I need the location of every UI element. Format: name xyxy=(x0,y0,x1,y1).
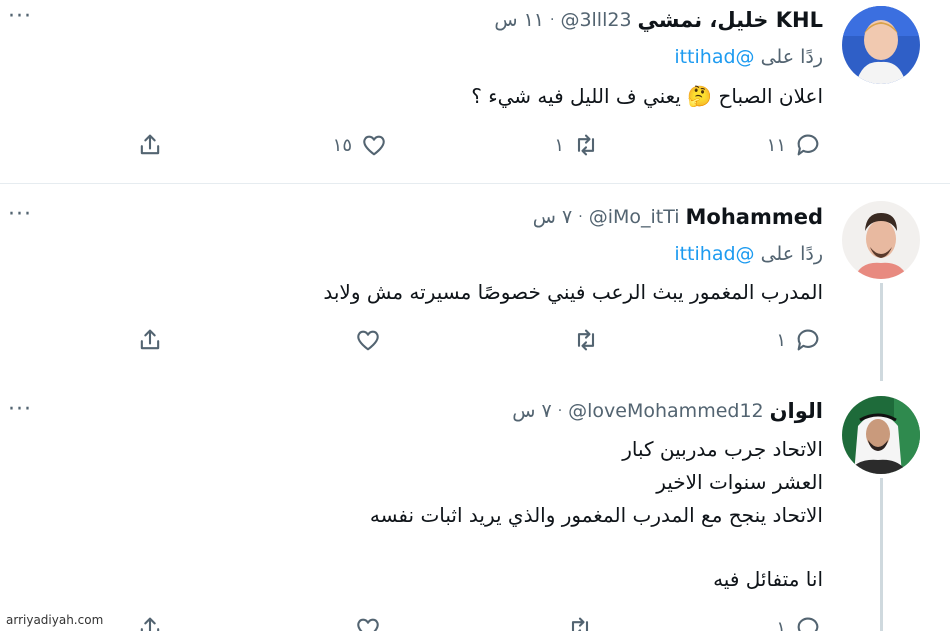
action-bar: ١ xyxy=(0,326,950,356)
reply-count: ١ xyxy=(776,617,786,631)
timestamp[interactable]: ٧ س xyxy=(512,400,551,422)
retweet-icon xyxy=(571,617,589,631)
reply-icon xyxy=(797,617,819,631)
tweet-text-line: الاتحاد جرب مدربين كبار xyxy=(622,437,823,461)
like-icon xyxy=(357,618,379,631)
tweet-text-line: انا متفائل فيه xyxy=(713,567,823,591)
display-name[interactable]: خليل، نمشي KHL xyxy=(638,8,823,32)
reply-button[interactable]: ١١ xyxy=(767,131,822,159)
replying-to: ردًا على @ittihad xyxy=(674,46,823,68)
share-button[interactable] xyxy=(136,131,164,159)
timestamp[interactable]: ٧ س xyxy=(533,206,572,228)
more-icon[interactable]: ··· xyxy=(8,202,32,227)
timestamp[interactable]: ١١ س xyxy=(494,9,544,31)
more-icon[interactable]: ··· xyxy=(8,397,32,422)
avatar-tweet-1[interactable] xyxy=(842,6,920,84)
reply-icon xyxy=(797,329,819,351)
thread-line xyxy=(880,478,883,631)
share-button[interactable] xyxy=(136,326,164,354)
replying-to-label: ردًا على xyxy=(760,46,823,68)
replying-to: ردًا على @ittihad xyxy=(674,243,823,265)
retweet-button[interactable] xyxy=(564,326,600,354)
tweet-header: الوان @loveMohammed12 · ٧ س xyxy=(512,399,823,423)
site-watermark: arriyadiyah.com xyxy=(3,612,107,628)
reply-count: ١١ xyxy=(766,134,786,156)
share-icon xyxy=(140,329,160,350)
user-handle[interactable]: @iMo_itTi xyxy=(589,206,680,228)
retweet-icon xyxy=(577,134,595,156)
tweet-text-line: الاتحاد ينجح مع المدرب المغمور والذي يري… xyxy=(369,503,823,527)
action-bar: ١١ ١ ١٥ xyxy=(0,131,950,161)
user-handle[interactable]: @loveMohammed12 xyxy=(568,400,763,422)
separator-dot: · xyxy=(578,209,583,225)
display-name[interactable]: Mohammed xyxy=(686,205,823,229)
retweet-button[interactable] xyxy=(558,614,594,631)
retweet-icon xyxy=(577,329,595,351)
like-button[interactable]: ١٥ xyxy=(333,131,388,159)
share-button[interactable] xyxy=(136,614,164,631)
share-icon xyxy=(140,617,160,631)
avatar-tweet-2[interactable] xyxy=(842,201,920,279)
reply-button[interactable]: ١ xyxy=(776,326,822,354)
like-button[interactable] xyxy=(346,614,382,631)
tweet-text: اعلان الصباح 🤔 يعني ف الليل فيه شيء ؟ xyxy=(471,84,823,108)
replying-to-label: ردًا على xyxy=(760,243,823,265)
like-icon xyxy=(363,135,385,156)
separator-dot: · xyxy=(557,403,563,419)
like-count: ١٥ xyxy=(332,134,352,156)
display-name[interactable]: الوان xyxy=(770,399,823,423)
separator-dot: · xyxy=(549,12,555,28)
tweet-header: خليل، نمشي KHL @3lll23 · ١١ س xyxy=(494,8,823,32)
retweet-count: ١ xyxy=(554,134,564,156)
reply-icon xyxy=(797,134,819,156)
mention-link[interactable]: @ittihad xyxy=(674,46,754,68)
reply-count: ١ xyxy=(776,329,786,351)
like-button[interactable] xyxy=(346,326,382,354)
share-icon xyxy=(140,134,160,155)
retweet-button[interactable]: ١ xyxy=(554,131,600,159)
tweet-header: Mohammed @iMo_itTi · ٧ س xyxy=(533,205,823,229)
reply-button[interactable]: ١ xyxy=(776,614,822,631)
user-handle[interactable]: @3lll23 xyxy=(560,9,631,31)
like-icon xyxy=(357,330,379,351)
mention-link[interactable]: @ittihad xyxy=(674,243,754,265)
action-bar: ١ xyxy=(0,614,950,631)
avatar-tweet-3[interactable] xyxy=(842,396,920,474)
more-icon[interactable]: ··· xyxy=(8,4,32,29)
tweet-text: المدرب المغمور يبث الرعب فيني خصوصًا مسي… xyxy=(323,280,823,304)
tweet-text-line: العشر سنوات الاخير xyxy=(656,470,823,494)
